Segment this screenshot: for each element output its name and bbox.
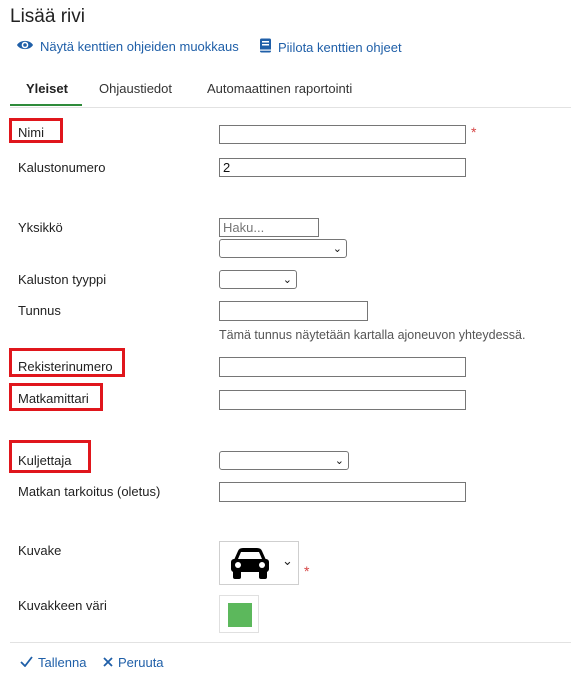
matkamittari-input[interactable] xyxy=(219,390,466,410)
chevron-down-icon: ⌄ xyxy=(282,553,293,568)
kuljettaja-select[interactable]: ⌄ xyxy=(219,451,349,470)
active-tab-indicator xyxy=(10,104,82,106)
eye-icon xyxy=(16,38,34,55)
nimi-input[interactable] xyxy=(219,125,466,144)
check-icon xyxy=(20,655,33,670)
chevron-down-icon: ⌄ xyxy=(282,274,292,286)
field-label-kalustonumero: Kalustonumero xyxy=(18,160,106,175)
color-swatch xyxy=(228,603,252,627)
field-label-matkan-tarkoitus: Matkan tarkoitus (oletus) xyxy=(18,484,161,499)
field-label-kuvake: Kuvake xyxy=(18,543,62,558)
tab-ohjaustiedot[interactable]: Ohjaustiedot xyxy=(99,81,172,96)
field-label-kuvakkeen-vari: Kuvakkeen väri xyxy=(18,598,107,613)
field-label-yksikko: Yksikkö xyxy=(18,220,63,235)
hide-help-link[interactable]: Piilota kenttien ohjeet xyxy=(259,38,402,56)
show-help-edit-label: Näytä kenttien ohjeiden muokkaus xyxy=(40,39,239,54)
tunnus-help-text: Tämä tunnus näytetään kartalla ajoneuvon… xyxy=(219,328,526,342)
cancel-button[interactable]: Peruuta xyxy=(103,655,164,670)
book-icon xyxy=(259,38,272,56)
chevron-down-icon: ⌄ xyxy=(332,243,342,255)
tab-yleiset[interactable]: Yleiset xyxy=(26,81,68,96)
hide-help-label: Piilota kenttien ohjeet xyxy=(278,39,402,55)
tab-bar: Yleiset Ohjaustiedot Automaattinen rapor… xyxy=(0,77,571,107)
color-picker[interactable] xyxy=(219,595,259,633)
page-title: Lisää rivi xyxy=(10,6,85,27)
required-asterisk: * xyxy=(304,563,310,579)
field-label-tunnus: Tunnus xyxy=(18,303,61,318)
kuvake-select[interactable]: ⌄ xyxy=(219,541,299,585)
save-label: Tallenna xyxy=(38,655,87,670)
chevron-down-icon: ⌄ xyxy=(334,455,344,467)
field-label-kuljettaja: Kuljettaja xyxy=(18,453,72,468)
matkan-tarkoitus-input[interactable] xyxy=(219,482,466,502)
close-icon xyxy=(103,655,113,670)
rekisterinumero-input[interactable] xyxy=(219,357,466,377)
tunnus-input[interactable] xyxy=(219,301,368,321)
field-label-nimi: Nimi xyxy=(18,125,44,140)
save-button[interactable]: Tallenna xyxy=(20,655,86,670)
yksikko-search-input[interactable] xyxy=(219,218,319,237)
field-label-matkamittari: Matkamittari xyxy=(18,391,89,406)
kalustonumero-input[interactable] xyxy=(219,158,466,177)
field-label-kaluston-tyyppi: Kaluston tyyppi xyxy=(18,272,107,287)
kaluston-tyyppi-select[interactable]: ⌄ xyxy=(219,270,297,289)
yksikko-select[interactable]: ⌄ xyxy=(219,239,347,258)
cancel-label: Peruuta xyxy=(118,655,164,670)
show-help-edit-link[interactable]: Näytä kenttien ohjeiden muokkaus xyxy=(16,38,239,55)
field-label-rekisterinumero: Rekisterinumero xyxy=(18,359,113,374)
tab-automaattinen-raportointi[interactable]: Automaattinen raportointi xyxy=(207,81,352,96)
tab-divider xyxy=(10,107,571,108)
car-icon xyxy=(229,546,271,587)
required-asterisk: * xyxy=(471,124,477,140)
footer-divider xyxy=(10,642,571,643)
